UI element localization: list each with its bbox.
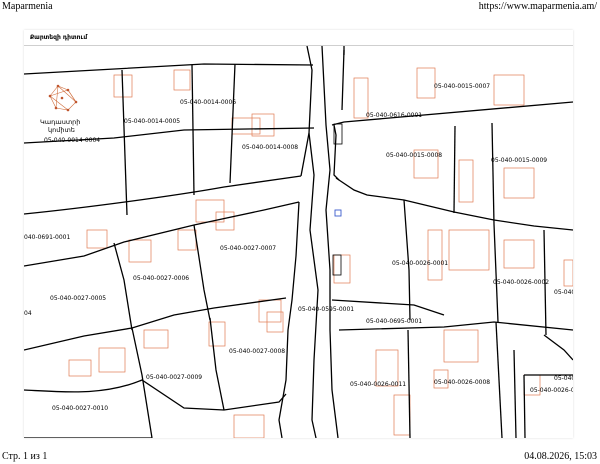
parcel-label: 05-040-0026-0001 — [392, 260, 448, 267]
parcel-label: 05-040-0014-0006 — [180, 99, 236, 106]
map-frame: Կադաստրի կոմիտե 05-040-0014-0004 05-040-0… — [24, 30, 573, 438]
parcel-label: 05-040-0595-0001 — [298, 306, 354, 313]
parcel-label: 05-040-0 — [554, 289, 573, 296]
parcel-label: 05-040- — [554, 375, 573, 382]
parcel-label: 05-040-0695-0001 — [366, 318, 422, 325]
parcel-label: 05-040-0026-0008 — [434, 379, 490, 386]
parcel-label: 05-040-0027-0008 — [229, 348, 285, 355]
page-footer-pages: Стр. 1 из 1 — [2, 451, 48, 462]
parcel-boundaries — [24, 45, 573, 438]
parcel-label: 05-040-0026-0002 — [493, 279, 549, 286]
parcel-label: 05-040-0027-0010 — [52, 405, 108, 412]
page-header-title: Maparmenia — [2, 1, 53, 12]
logo-text-line1: Կադաստրի — [40, 118, 80, 126]
parcel-label: 05-040-0014-0008 — [242, 144, 298, 151]
parcel-label: 05-040-0015-0007 — [434, 83, 490, 90]
map-panel-title: Քարտեզի դիտում — [24, 30, 573, 46]
parcel-label: 05-040-0026-0016 — [530, 387, 573, 394]
parcel-label: 05-040-0014-0004 — [44, 137, 100, 144]
parcel-label: 05-040-0027-0007 — [220, 245, 276, 252]
page-footer-datetime: 04.08.2026, 15:03 — [524, 451, 597, 462]
cadastre-logo: Կադաստրի կոմիտե — [40, 84, 80, 134]
logo-text-line2: կոմիտե — [48, 126, 75, 134]
marker-square — [334, 209, 342, 217]
parcel-label: 05-040-0027-0009 — [146, 374, 202, 381]
page-header-url[interactable]: https://www.maparmenia.am/ — [479, 1, 597, 12]
cadastral-map[interactable]: Կադաստրի կոմիտե 05-040-0014-000405-040-0… — [24, 30, 573, 438]
parcel-label: 05-040-0026-0011 — [350, 381, 406, 388]
parcel-label: 05-040-0014-0005 — [124, 118, 180, 125]
parcel-label: 05-040-0027-0005 — [50, 295, 106, 302]
parcel-label: 05-040-0616-0001 — [366, 112, 422, 119]
parcel-label: 05-040-0015-0009 — [491, 157, 547, 164]
parcel-label: 040-0691-0001 — [24, 234, 71, 241]
parcel-label: 05-040-0015-0008 — [386, 152, 442, 159]
parcel-label: 05-040-0027-0006 — [133, 275, 189, 282]
parcel-label: 04 — [24, 310, 32, 317]
